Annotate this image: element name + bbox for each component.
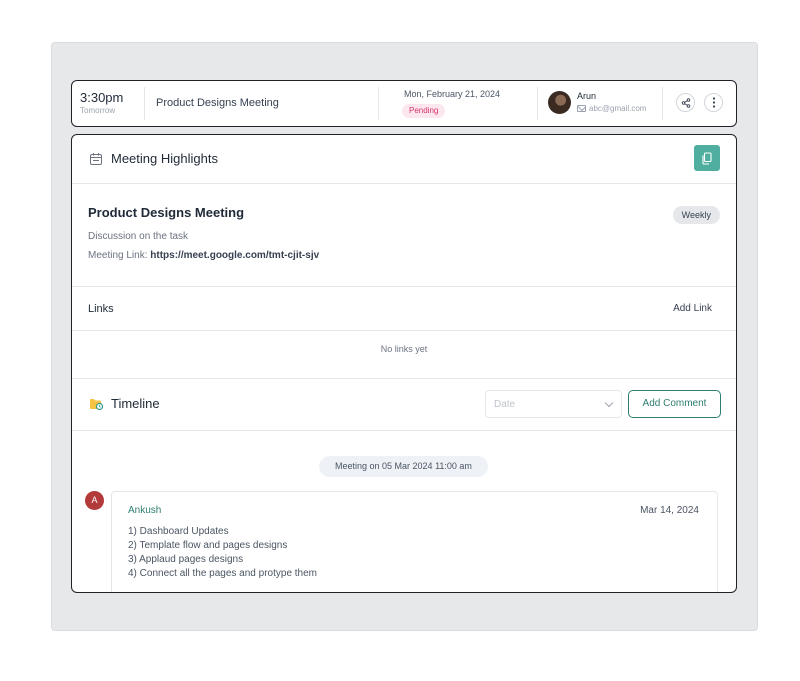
share-icon [681, 97, 690, 108]
copy-icon [702, 151, 712, 165]
meeting-link: Meeting Link: https://meet.google.com/tm… [88, 250, 319, 261]
comment-date: Mar 14, 2024 [640, 505, 699, 516]
comment-card: Ankush Mar 14, 2024 1) Dashboard Updates… [111, 491, 718, 592]
avatar [548, 91, 571, 114]
chevron-down-icon [604, 398, 614, 408]
meeting-time: 3:30pm Tomorrow [80, 90, 123, 115]
add-comment-button[interactable]: Add Comment [628, 390, 721, 418]
comment-line: 2) Template flow and pages designs [128, 540, 288, 551]
date-filter-select[interactable]: Date [485, 390, 622, 418]
links-empty-state: No links yet [380, 344, 428, 354]
meeting-link-label: Meeting Link: [88, 250, 148, 261]
comment-line: 1) Dashboard Updates [128, 526, 229, 537]
timeline-meeting-marker: Meeting on 05 Mar 2024 11:00 am [319, 456, 488, 477]
time-value: 3:30pm [80, 90, 124, 105]
meeting-date: Mon, February 21, 2024 [404, 89, 501, 99]
links-title: Links [88, 303, 114, 315]
comment-author[interactable]: Ankush [128, 505, 161, 516]
highlights-title: Meeting Highlights [111, 151, 218, 166]
share-button[interactable] [676, 93, 695, 112]
meeting-name: Product Designs Meeting [88, 205, 245, 220]
copy-button[interactable] [694, 145, 720, 171]
divider [378, 87, 379, 120]
meeting-detail-panel: Meeting Highlights Product Designs Meeti… [71, 134, 737, 593]
status-badge: Pending [402, 104, 446, 118]
meeting-description: Discussion on the task [88, 231, 189, 242]
folder-clock-icon [90, 399, 104, 411]
meeting-title: Product Designs Meeting [156, 97, 279, 109]
divider [537, 87, 538, 120]
recurrence-badge: Weekly [672, 206, 720, 224]
comment-line: 4) Connect all the pages and protype the… [128, 568, 318, 579]
comment-body: 1) Dashboard Updates 2) Template flow an… [128, 525, 317, 581]
divider [662, 87, 663, 120]
highlights-header: Meeting Highlights [72, 135, 736, 184]
divider [144, 87, 145, 120]
timeline-header: Timeline Date Add Comment [72, 378, 736, 431]
user-name: Arun [577, 91, 597, 101]
more-options-button[interactable] [704, 93, 723, 112]
more-vertical-icon [712, 97, 715, 108]
date-filter-placeholder: Date [494, 399, 516, 410]
calendar-icon [90, 153, 102, 165]
meeting-link-url[interactable]: https://meet.google.com/tmt-cjit-sjv [150, 250, 319, 261]
mail-icon [577, 105, 586, 112]
timeline-title: Timeline [111, 396, 160, 411]
time-subtext: Tomorrow [80, 106, 116, 115]
user-email-text: abc@gmail.com [589, 104, 647, 113]
comment-avatar: A [85, 491, 104, 510]
comment-line: 3) Applaud pages designs [128, 554, 244, 565]
meeting-summary-bar[interactable]: 3:30pm Tomorrow Product Designs Meeting … [71, 80, 737, 127]
add-link-button[interactable]: Add Link [673, 303, 712, 314]
links-header: Links Add Link [72, 286, 736, 331]
user-email: abc@gmail.com [577, 104, 646, 113]
